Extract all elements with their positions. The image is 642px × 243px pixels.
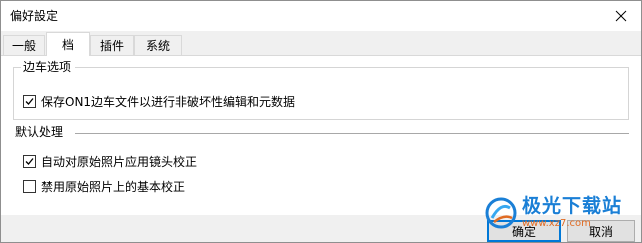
save-sidecar-option[interactable]: 保存ON1边车文件以进行非破坏性编辑和元数据 (23, 93, 295, 109)
tab-file[interactable]: 档 (46, 32, 90, 56)
window-title: 偏好設定 (10, 9, 59, 23)
tab-bar: 一般 档 插件 系统 (1, 31, 641, 56)
checkmark-icon (25, 157, 34, 165)
tab-label: 档 (61, 38, 74, 52)
sidecar-options-title: 边车选项 (21, 60, 76, 74)
cancel-button[interactable]: 取消 (567, 220, 635, 242)
title-bar: 偏好設定 (1, 1, 641, 31)
preferences-dialog: 偏好設定 一般 档 插件 系统 边车选项 保存ON1边车文件以进行非破坏性编辑和… (0, 0, 642, 243)
lens-correction-checkbox[interactable] (23, 154, 36, 168)
lens-correction-label: 自动对原始照片应用镜头校正 (41, 154, 198, 169)
tab-label: 系统 (145, 39, 170, 53)
checkmark-icon (25, 97, 34, 105)
tab-label: 一般 (11, 39, 36, 53)
ok-button[interactable]: 确定 (487, 220, 561, 242)
save-sidecar-label: 保存ON1边车文件以进行非破坏性编辑和元数据 (41, 94, 296, 109)
tab-system[interactable]: 系统 (134, 35, 182, 55)
tab-general[interactable]: 一般 (3, 35, 45, 55)
lens-correction-option[interactable]: 自动对原始照片应用镜头校正 (23, 153, 197, 169)
default-processing-title: 默认处理 (15, 125, 68, 139)
cancel-label: 取消 (588, 224, 613, 239)
tab-panel-file: 边车选项 保存ON1边车文件以进行非破坏性编辑和元数据 默认处理 自动对原始照片… (1, 55, 641, 215)
section-divider (75, 133, 629, 134)
save-sidecar-checkbox[interactable] (23, 94, 36, 108)
disable-basic-correction-checkbox[interactable] (23, 179, 36, 193)
disable-basic-correction-label: 禁用原始照片上的基本校正 (41, 179, 186, 194)
disable-basic-correction-option[interactable]: 禁用原始照片上的基本校正 (23, 178, 185, 194)
close-button[interactable] (601, 1, 641, 31)
tab-label: 插件 (99, 39, 124, 53)
close-icon (615, 10, 627, 22)
ok-label: 确定 (511, 224, 536, 239)
tab-plugins[interactable]: 插件 (90, 35, 134, 55)
